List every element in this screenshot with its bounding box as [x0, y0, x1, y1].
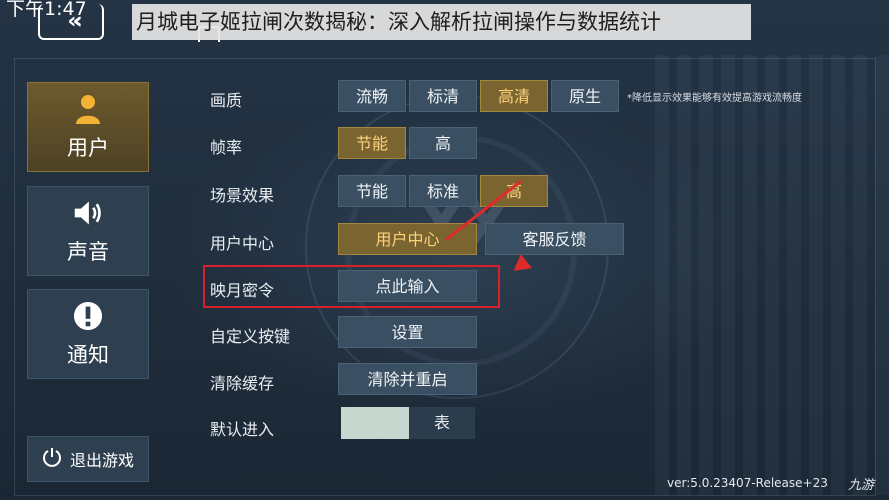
speaker-icon — [73, 196, 103, 230]
sidebar-tab-sound-label: 声音 — [67, 240, 109, 264]
scene-label: 场景效果 — [210, 186, 275, 205]
custom-keys-label: 自定义按键 — [210, 327, 291, 346]
custom-keys-button[interactable]: 设置 — [338, 316, 477, 348]
default-entry-label: 默认进入 — [210, 420, 275, 439]
back-button[interactable]: «‹ — [38, 4, 104, 40]
version-text: ver:5.0.23407-Release+23 — [667, 476, 828, 490]
quality-option-smooth[interactable]: 流畅 — [338, 80, 406, 112]
framerate-option-save[interactable]: 节能 — [338, 127, 406, 159]
user-center-button[interactable]: 用户中心 — [338, 223, 477, 255]
exit-game-button[interactable]: 退出游戏 — [27, 436, 149, 482]
quality-option-hd[interactable]: 高清 — [480, 80, 548, 112]
sidebar-tab-user-label: 用户 — [67, 136, 109, 160]
default-entry-toggle-on[interactable] — [341, 407, 409, 439]
sidebar-tab-sound[interactable]: 声音 — [27, 186, 149, 276]
default-entry-option[interactable]: 表 — [409, 407, 475, 439]
site-logo: 九游 — [848, 478, 875, 493]
customer-service-button[interactable]: 客服反馈 — [485, 223, 624, 255]
exit-game-label: 退出游戏 — [69, 451, 134, 470]
sidebar-tab-user[interactable]: 用户 — [27, 82, 149, 172]
alert-icon — [73, 299, 103, 333]
framerate-label: 帧率 — [210, 138, 243, 157]
sidebar-tab-notify-label: 通知 — [67, 343, 109, 367]
article-title-overlay: 月城电子姬拉闸次数揭秘：深入解析拉闸操作与数据统计 — [132, 4, 751, 40]
red-highlight-box — [203, 265, 500, 308]
sidebar-tab-notify[interactable]: 通知 — [27, 289, 149, 379]
clear-cache-button[interactable]: 清除并重启 — [338, 363, 477, 395]
quality-option-sd[interactable]: 标清 — [409, 80, 477, 112]
scene-option-standard[interactable]: 标准 — [409, 175, 477, 207]
cache-label: 清除缓存 — [210, 374, 275, 393]
quality-label: 画质 — [210, 91, 243, 110]
scene-option-save[interactable]: 节能 — [338, 175, 406, 207]
back-arrow-icon: «‹ — [67, 8, 83, 34]
user-icon — [73, 92, 103, 126]
user-center-label: 用户中心 — [210, 234, 275, 253]
quality-note: *降低显示效果能够有效提高游戏流畅度 — [627, 93, 802, 104]
framerate-option-high[interactable]: 高 — [409, 127, 477, 159]
quality-option-native[interactable]: 原生 — [551, 80, 619, 112]
power-icon — [42, 447, 62, 471]
